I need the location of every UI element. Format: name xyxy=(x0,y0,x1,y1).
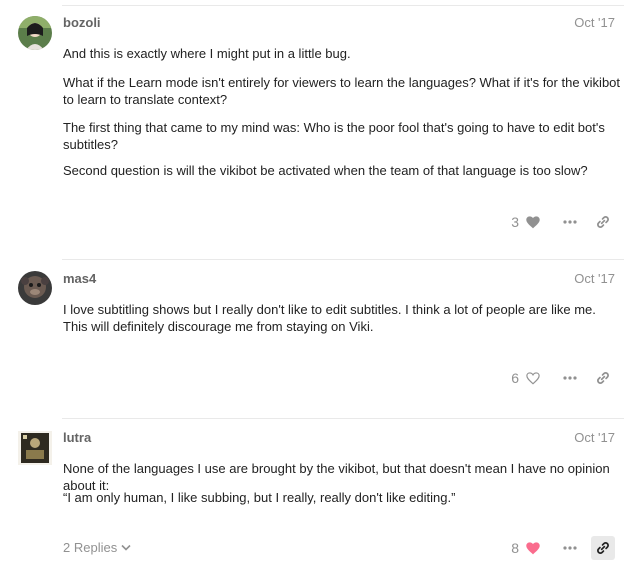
post-divider xyxy=(62,5,624,6)
post-date[interactable]: Oct '17 xyxy=(574,271,615,286)
avatar[interactable] xyxy=(18,271,52,305)
post-lutra: lutra Oct '17 None of the languages I us… xyxy=(0,418,639,582)
like-button[interactable] xyxy=(523,210,543,234)
post-paragraph: “I am only human, I like subbing, but I … xyxy=(63,490,456,505)
post-paragraph: What if the Learn mode isn't entirely fo… xyxy=(63,75,621,107)
link-icon xyxy=(597,372,609,384)
post-paragraph: I love subtitling shows but I really don… xyxy=(63,302,596,334)
post-paragraph: The first thing that came to my mind was… xyxy=(63,120,605,152)
share-link-button[interactable] xyxy=(591,536,615,560)
heart-icon xyxy=(526,371,540,385)
post-bozoli: bozoli Oct '17 And this is exactly where… xyxy=(0,0,639,260)
more-button[interactable] xyxy=(557,210,583,234)
post-divider xyxy=(62,259,624,260)
post-date[interactable]: Oct '17 xyxy=(574,430,615,445)
link-icon xyxy=(597,542,609,554)
more-button[interactable] xyxy=(557,366,583,390)
post-mas4: mas4 Oct '17 I love subtitling shows but… xyxy=(0,259,639,419)
post-actions: 3 xyxy=(511,210,615,234)
link-icon xyxy=(597,216,609,228)
replies-label: 2 Replies xyxy=(63,540,118,555)
avatar[interactable] xyxy=(18,16,52,50)
post-paragraph: Second question is will the vikibot be a… xyxy=(63,163,588,178)
ellipsis-icon xyxy=(563,376,577,380)
replies-toggle[interactable]: 2 Replies xyxy=(63,540,131,555)
like-button[interactable] xyxy=(523,536,543,560)
post-actions: 6 xyxy=(511,366,615,390)
post-date[interactable]: Oct '17 xyxy=(574,15,615,30)
more-button[interactable] xyxy=(557,536,583,560)
username[interactable]: lutra xyxy=(63,430,91,445)
heart-icon xyxy=(526,541,540,554)
heart-icon xyxy=(526,215,540,228)
ellipsis-icon xyxy=(563,546,577,550)
post-paragraph: And this is exactly where I might put in… xyxy=(63,46,351,61)
ellipsis-icon xyxy=(563,220,577,224)
like-button[interactable] xyxy=(523,366,543,390)
post-divider xyxy=(62,418,624,419)
avatar[interactable] xyxy=(18,431,52,465)
like-count[interactable]: 8 xyxy=(511,540,519,556)
username[interactable]: bozoli xyxy=(63,15,101,30)
like-count[interactable]: 6 xyxy=(511,370,519,386)
chevron-down-icon xyxy=(121,544,131,551)
share-link-button[interactable] xyxy=(591,366,615,390)
post-actions: 8 xyxy=(511,536,615,560)
like-count[interactable]: 3 xyxy=(511,214,519,230)
share-link-button[interactable] xyxy=(591,210,615,234)
username[interactable]: mas4 xyxy=(63,271,96,286)
